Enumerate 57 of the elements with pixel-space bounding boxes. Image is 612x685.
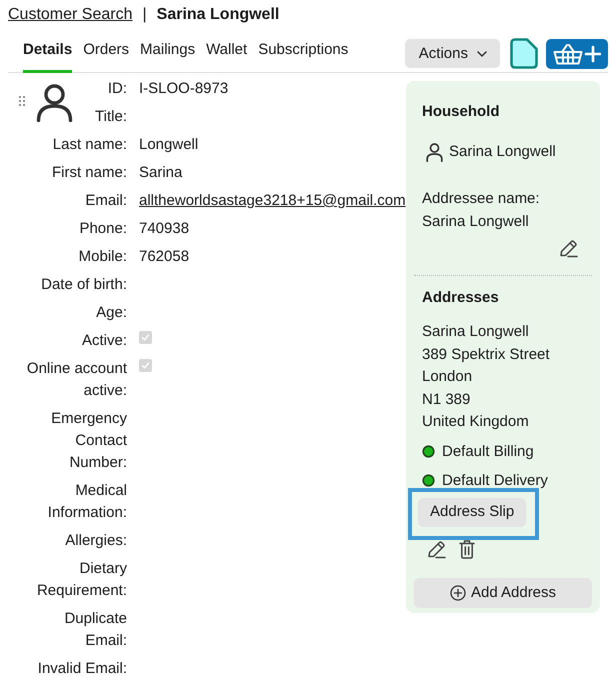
tab[interactable]: Details	[23, 33, 72, 73]
drag-handle-icon[interactable]	[19, 96, 25, 106]
address-line: 389 Spektrix Street	[422, 344, 550, 364]
field-value: 740938	[139, 220, 190, 237]
edit-pencil-icon[interactable]	[559, 239, 578, 258]
field-value: 762058	[139, 248, 190, 265]
breadcrumb-link[interactable]: Customer Search	[8, 5, 132, 25]
address-flag-label: Default Billing	[442, 442, 534, 462]
household-heading: Household	[422, 102, 500, 122]
addresses-heading: Addresses	[422, 288, 499, 308]
field-label: Allergies:	[64, 531, 127, 551]
field-label: Emergency Contact Number:	[50, 409, 127, 473]
address-line: United Kingdom	[422, 412, 530, 432]
field-label: Medical Information:	[46, 481, 127, 523]
addressee-label: Addressee name:	[422, 189, 540, 209]
document-icon[interactable]	[508, 38, 538, 69]
field-value: I-SLOO-8973	[139, 80, 228, 97]
field-label: Online account active:	[26, 359, 127, 401]
edit-pencil-icon[interactable]	[427, 540, 446, 558]
address-flag-label: Default Delivery	[442, 470, 548, 490]
field-label: First name:	[50, 163, 127, 183]
household-member-name[interactable]: Sarina Longwell	[449, 141, 556, 163]
addressee-name: Sarina Longwell	[422, 212, 529, 232]
address-line: N1 389	[422, 390, 472, 410]
field-label: Last name:	[52, 135, 127, 155]
add-to-basket-button[interactable]	[546, 38, 608, 68]
address-line: Sarina Longwell	[422, 322, 530, 342]
field-label: Active:	[80, 331, 127, 351]
field-label: Email:	[84, 191, 127, 211]
field-label: Date of birth:	[40, 275, 127, 295]
field-label: Phone:	[78, 219, 127, 239]
circle-plus-icon	[450, 584, 466, 600]
add-address-button[interactable]: Add Address	[414, 578, 592, 608]
field-label: Age:	[95, 303, 127, 323]
tab[interactable]: Wallet	[206, 33, 248, 73]
avatar-person-icon	[36, 84, 73, 122]
basket-plus-icon	[553, 42, 601, 64]
trash-icon[interactable]	[459, 540, 475, 558]
customer-name-heading: Sarina Longwell	[156, 5, 280, 25]
breadcrumb-separator: |	[142, 5, 147, 25]
tab[interactable]: Orders	[83, 33, 130, 73]
chevron-down-icon	[477, 50, 487, 56]
field-label: Duplicate Email:	[63, 609, 127, 651]
person-icon	[426, 142, 443, 162]
field-value: Sarina	[139, 164, 182, 181]
field-label: Mobile:	[78, 247, 127, 267]
tab[interactable]: Mailings	[140, 33, 196, 73]
field-label: ID:	[106, 79, 127, 99]
address-line: London	[422, 367, 474, 387]
tab[interactable]: Subscriptions	[258, 33, 348, 73]
field-value: Longwell	[139, 136, 198, 153]
field-label: Invalid Email:	[36, 659, 127, 679]
field-label: Title:	[94, 107, 127, 127]
email-link[interactable]: alltheworldsastage3218+15@gmail.com	[139, 192, 406, 209]
actions-dropdown-button[interactable]: Actions	[404, 39, 500, 68]
address-slip-button[interactable]: Address Slip	[418, 498, 526, 526]
field-label: Dietary Requirement:	[36, 559, 127, 601]
